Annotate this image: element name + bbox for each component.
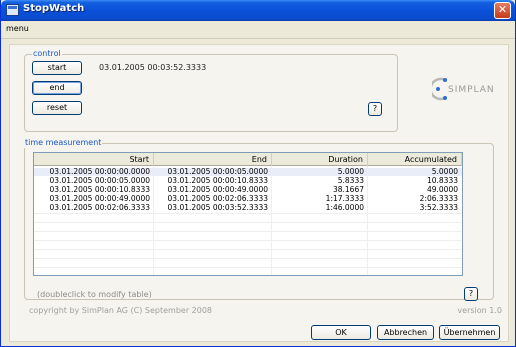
simplan-logo-mark: [432, 77, 447, 101]
cell-accumulated: 49.0000: [426, 186, 458, 194]
cell-start: 03.01.2005 00:02:06.3333: [49, 204, 150, 212]
row-divider: [34, 231, 462, 232]
cell-end: 03.01.2005 00:03:52.3333: [167, 204, 268, 212]
cell-end: 03.01.2005 00:00:10.8333: [167, 177, 268, 185]
table-row[interactable]: 03.01.2005 00:00:10.8333 03.01.2005 00:0…: [34, 186, 462, 194]
table-row[interactable]: 03.01.2005 00:02:06.3333 03.01.2005 00:0…: [34, 204, 462, 212]
close-button[interactable]: ✕: [494, 2, 511, 19]
menu-divider: [1, 38, 515, 39]
cell-start: 03.01.2005 00:00:00.0000: [49, 168, 150, 176]
menu-item-menu[interactable]: menu: [6, 24, 29, 33]
column-header-accumulated[interactable]: Accumulated: [368, 153, 462, 166]
cancel-button[interactable]: Abbrechen: [377, 325, 434, 340]
cell-start: 03.01.2005 00:00:10.8333: [49, 186, 150, 194]
column-header-end[interactable]: End: [154, 153, 272, 166]
cell-accumulated: 2:06.3333: [419, 195, 458, 203]
cell-duration: 1:17.3333: [325, 195, 364, 203]
cell-accumulated: 3:52.3333: [419, 204, 458, 212]
table-header: Start End Duration Accumulated: [34, 153, 462, 166]
apply-button[interactable]: Übernehmen: [439, 325, 500, 340]
cell-end: 03.01.2005 00:00:49.0000: [167, 186, 268, 194]
ok-button[interactable]: OK: [311, 325, 371, 340]
current-time: 03.01.2005 00:03:52.3333: [99, 63, 207, 72]
row-divider: [34, 213, 462, 214]
measurement-table[interactable]: Start End Duration Accumulated 03.01.200…: [33, 152, 463, 276]
row-divider: [34, 240, 462, 241]
cell-accumulated: 10.8333: [426, 177, 458, 185]
table-row[interactable]: 03.01.2005 00:00:05.0000 03.01.2005 00:0…: [34, 177, 462, 185]
control-help-button[interactable]: ?: [368, 102, 382, 116]
reset-button[interactable]: reset: [32, 101, 82, 115]
cell-end: 03.01.2005 00:02:06.3333: [167, 195, 268, 203]
cell-duration: 5.8333: [337, 177, 364, 185]
cell-duration: 5.0000: [337, 168, 364, 176]
row-divider: [34, 258, 462, 259]
table-help-button[interactable]: ?: [464, 287, 478, 301]
title-bar[interactable]: StopWatch ✕: [1, 0, 515, 21]
end-button[interactable]: end: [32, 81, 82, 95]
time-measurement-group: time measurement Start End Duration Accu…: [24, 138, 494, 301]
cell-start: 03.01.2005 00:00:49.0000: [49, 195, 150, 203]
row-divider: [34, 267, 462, 268]
column-header-start[interactable]: Start: [34, 153, 154, 166]
simplan-logo-text: SIMPLAN: [448, 85, 495, 95]
row-divider: [34, 222, 462, 223]
app-icon: [6, 4, 19, 16]
cell-end: 03.01.2005 00:00:05.0000: [167, 168, 268, 176]
dialog-content: control start 03.01.2005 00:03:52.3333 e…: [9, 44, 509, 342]
version-text: version 1.0: [457, 306, 502, 315]
copyright-text: copyright by SimPlan AG (C) September 20…: [29, 306, 213, 315]
table-row[interactable]: 03.01.2005 00:00:00.0000 03.01.2005 00:0…: [34, 168, 462, 176]
menu-bar: menu: [1, 21, 515, 38]
table-row[interactable]: 03.01.2005 00:00:49.0000 03.01.2005 00:0…: [34, 195, 462, 203]
control-legend: control: [32, 49, 62, 59]
control-group: control start 03.01.2005 00:03:52.3333 e…: [24, 49, 398, 132]
simplan-logo: SIMPLAN: [431, 76, 511, 102]
window-title: StopWatch: [23, 3, 85, 14]
cell-start: 03.01.2005 00:00:05.0000: [49, 177, 150, 185]
table-hint: (doubleclick to modify table): [37, 290, 152, 299]
column-header-duration[interactable]: Duration: [272, 153, 368, 166]
cell-duration: 38.1667: [332, 186, 364, 194]
cell-duration: 1:46.0000: [325, 204, 364, 212]
row-divider: [34, 249, 462, 250]
cell-accumulated: 5.0000: [431, 168, 458, 176]
time-measurement-legend: time measurement: [24, 138, 103, 148]
stopwatch-window: StopWatch ✕ menu control start 03.01.200…: [0, 0, 516, 347]
start-button[interactable]: start: [32, 61, 82, 75]
